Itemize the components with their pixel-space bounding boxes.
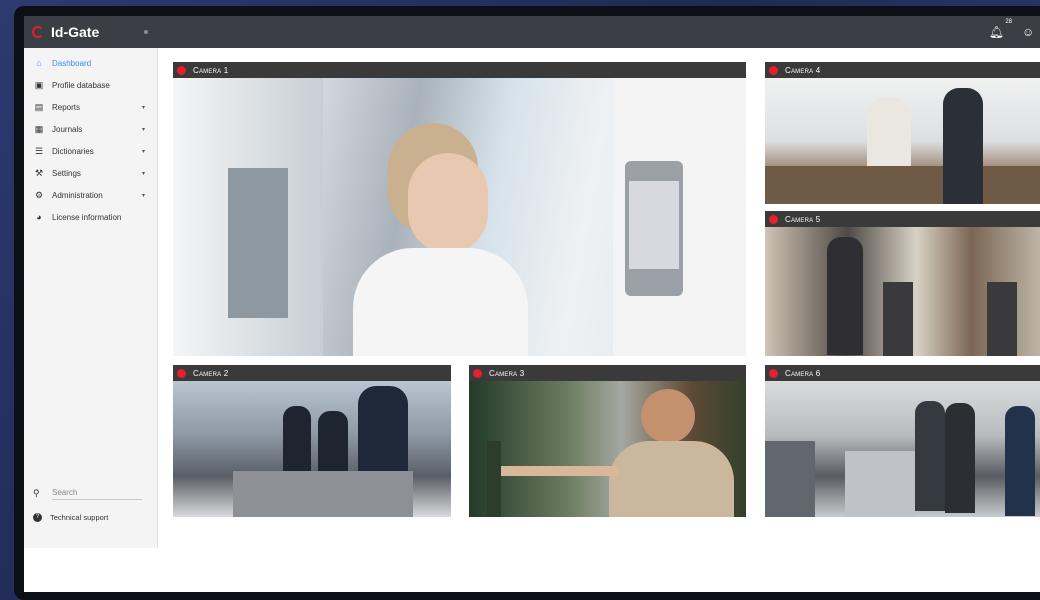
sidebar-item-administration[interactable]: ⚙ Administration ▾ bbox=[24, 184, 157, 206]
camera-header: Camera 4 bbox=[765, 62, 1040, 78]
wrench-icon: ⚒ bbox=[34, 167, 44, 178]
sidebar-item-profile-database[interactable]: ▣ Profile database bbox=[24, 74, 157, 96]
sidebar-item-journals[interactable]: ▦ Journals ▾ bbox=[24, 118, 157, 140]
gear-icon: ⚙ bbox=[34, 189, 44, 200]
person-man bbox=[943, 88, 983, 204]
home-icon: ⌂ bbox=[36, 58, 42, 68]
notifications-button[interactable]: 🔔︎ 28 bbox=[988, 19, 1012, 39]
sidebar-item-label: Administration bbox=[52, 190, 103, 200]
app-screen: Id-Gate 🔔︎ 28 ☺︎ ⌂ Dashboard ▣ Profile d… bbox=[24, 16, 1040, 592]
camera-title: Camera 6 bbox=[785, 368, 821, 378]
gate-1 bbox=[765, 441, 815, 517]
sidebar-item-label: Dictionaries bbox=[52, 146, 94, 156]
camera-title: Camera 2 bbox=[193, 368, 229, 378]
gate-right bbox=[987, 282, 1017, 356]
camera-tile-1[interactable]: Camera 1 bbox=[173, 62, 746, 356]
live-indicator-icon bbox=[473, 368, 482, 378]
bell-icon: 🔔︎ bbox=[988, 25, 1004, 39]
gate-left bbox=[883, 282, 913, 356]
help-icon: ? bbox=[33, 512, 42, 522]
chevron-down-icon: ▾ bbox=[141, 126, 145, 133]
camera-feed-2 bbox=[173, 381, 451, 517]
camera-feed-5 bbox=[765, 227, 1040, 356]
person-woman bbox=[867, 98, 911, 166]
gate-2 bbox=[845, 451, 915, 517]
camera-title: Camera 4 bbox=[785, 65, 821, 75]
live-indicator-icon bbox=[769, 65, 778, 75]
search-icon: ⚲ bbox=[33, 487, 40, 498]
person-body bbox=[609, 441, 734, 517]
camera-tile-2[interactable]: Camera 2 bbox=[173, 365, 451, 517]
person-face bbox=[408, 153, 488, 253]
topbar-actions: 🔔︎ 28 ☺︎ bbox=[988, 19, 1040, 39]
person-walking bbox=[827, 237, 863, 355]
license-icon: ◕ bbox=[36, 212, 42, 222]
camera-title: Camera 1 bbox=[193, 65, 229, 75]
sidebar-toggle-dot[interactable] bbox=[144, 30, 148, 34]
live-indicator-icon bbox=[769, 214, 778, 224]
camera-header: Camera 6 bbox=[765, 365, 1040, 381]
chevron-down-icon: ▾ bbox=[141, 104, 145, 111]
camera-feed-3 bbox=[469, 381, 746, 517]
camera-tile-4[interactable]: Camera 4 bbox=[765, 62, 1040, 204]
notification-badge: 28 bbox=[1005, 19, 1012, 25]
live-indicator-icon bbox=[769, 368, 778, 378]
person-3 bbox=[1005, 406, 1035, 516]
person-shoulders bbox=[353, 248, 528, 356]
sidebar-item-dictionaries[interactable]: ☰ Dictionaries ▾ bbox=[24, 140, 157, 162]
sidebar-item-label: Dashboard bbox=[52, 58, 92, 68]
camera-header: Camera 5 bbox=[765, 211, 1040, 227]
person-3 bbox=[358, 386, 408, 476]
technical-support-label: Technical support bbox=[50, 512, 109, 522]
sidebar: ⌂ Dashboard ▣ Profile database ▤ Reports… bbox=[24, 48, 158, 548]
user-icon[interactable]: ☺︎ bbox=[1022, 25, 1036, 39]
app-name: Id-Gate bbox=[51, 24, 100, 40]
sidebar-item-label: Profile database bbox=[52, 80, 110, 90]
report-icon: ▤ bbox=[34, 101, 44, 112]
sidebar-item-label: Settings bbox=[52, 168, 81, 178]
top-bar: Id-Gate 🔔︎ 28 ☺︎ bbox=[24, 16, 1040, 48]
sidebar-item-license-information[interactable]: ◕ License information bbox=[24, 206, 157, 228]
brand-logo-icon bbox=[32, 26, 44, 38]
turnstile-counter bbox=[765, 166, 1040, 204]
person-2 bbox=[945, 403, 975, 513]
chevron-down-icon: ▾ bbox=[141, 148, 145, 155]
id-card-icon: ▣ bbox=[34, 79, 44, 90]
camera-title: Camera 3 bbox=[489, 368, 525, 378]
sidebar-item-label: Reports bbox=[52, 102, 81, 112]
live-indicator-icon bbox=[177, 65, 186, 75]
sidebar-item-label: Journals bbox=[52, 124, 83, 134]
person-arm bbox=[499, 466, 619, 476]
person-1 bbox=[915, 401, 945, 511]
sidebar-search: ⚲ bbox=[24, 482, 158, 504]
sidebar-item-settings[interactable]: ⚒ Settings ▾ bbox=[24, 162, 157, 184]
technical-support-link[interactable]: ? Technical support bbox=[24, 506, 158, 528]
search-input[interactable] bbox=[52, 486, 142, 500]
person-head bbox=[641, 389, 695, 443]
chevron-down-icon: ▾ bbox=[141, 192, 145, 199]
sidebar-item-label: License information bbox=[52, 212, 122, 222]
sidebar-item-dashboard[interactable]: ⌂ Dashboard bbox=[24, 52, 157, 74]
live-indicator-icon bbox=[177, 368, 186, 378]
sidebar-item-reports[interactable]: ▤ Reports ▾ bbox=[24, 96, 157, 118]
corridor-depth bbox=[228, 168, 288, 318]
camera-feed-4 bbox=[765, 78, 1040, 204]
brand[interactable]: Id-Gate bbox=[24, 16, 158, 48]
chevron-down-icon: ▾ bbox=[141, 170, 145, 177]
camera-feed-6 bbox=[765, 381, 1040, 517]
camera-feed-1 bbox=[173, 78, 746, 356]
terminal-screen bbox=[629, 181, 679, 269]
camera-header: Camera 2 bbox=[173, 365, 451, 381]
camera-tile-5[interactable]: Camera 5 bbox=[765, 211, 1040, 356]
camera-tile-3[interactable]: Camera 3 bbox=[469, 365, 746, 517]
list-icon: ☰ bbox=[34, 145, 44, 156]
camera-title: Camera 5 bbox=[785, 214, 821, 224]
door-frame bbox=[487, 441, 501, 517]
camera-header: Camera 1 bbox=[173, 62, 746, 78]
camera-header: Camera 3 bbox=[469, 365, 746, 381]
monitor-frame: Id-Gate 🔔︎ 28 ☺︎ ⌂ Dashboard ▣ Profile d… bbox=[14, 6, 1040, 600]
turnstile bbox=[233, 471, 413, 517]
table-icon: ▦ bbox=[34, 123, 44, 134]
camera-tile-6[interactable]: Camera 6 bbox=[765, 365, 1040, 517]
